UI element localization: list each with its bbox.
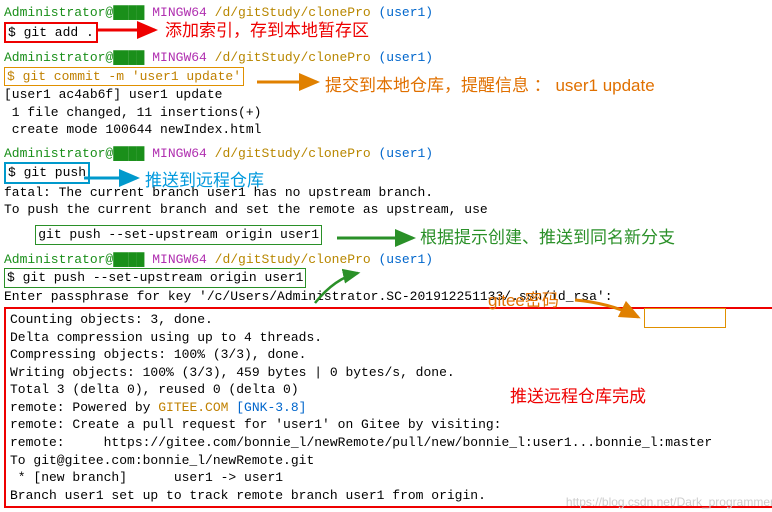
annotation-push: 推送到远程仓库 xyxy=(145,170,264,193)
annotation-setup: 根据提示创建、推送到同名新分支 xyxy=(420,227,675,250)
password-field-box xyxy=(644,308,726,328)
output: create mode 100644 newIndex.html xyxy=(4,121,772,139)
cmd-git-push[interactable]: $ git push xyxy=(4,162,772,184)
prompt-line: Administrator@████ MINGW64 /d/gitStudy/c… xyxy=(4,4,772,22)
watermark: https://blog.csdn.net/Dark_programmer xyxy=(566,494,772,510)
annotation-add: 添加索引，存到本地暂存区 xyxy=(165,20,369,43)
output: To push the current branch and set the r… xyxy=(4,201,772,219)
cmd-git-add[interactable]: $ git add . xyxy=(4,22,772,44)
annotation-commit: 提交到本地仓库，提醒信息 ： user1 update xyxy=(325,75,655,98)
output: fatal: The current branch user1 has no u… xyxy=(4,184,772,202)
prompt-line: Administrator@████ MINGW64 /d/gitStudy/c… xyxy=(4,145,772,163)
blocked-icon: ████ xyxy=(113,5,144,20)
cmd-git-push-setupstream[interactable]: $ git push --set-upstream origin user1 xyxy=(4,268,772,288)
push-result-box: Counting objects: 3, done. Delta compres… xyxy=(4,307,772,508)
prompt-line: Administrator@████ MINGW64 /d/gitStudy/c… xyxy=(4,251,772,269)
output-passphrase: Enter passphrase for key '/c/Users/Admin… xyxy=(4,288,772,306)
annotation-password: gitee密码 xyxy=(488,290,559,313)
prompt-line: Administrator@████ MINGW64 /d/gitStudy/c… xyxy=(4,49,772,67)
annotation-complete: 推送远程仓库完成 xyxy=(510,386,646,409)
output: 1 file changed, 11 insertions(+) xyxy=(4,104,772,122)
